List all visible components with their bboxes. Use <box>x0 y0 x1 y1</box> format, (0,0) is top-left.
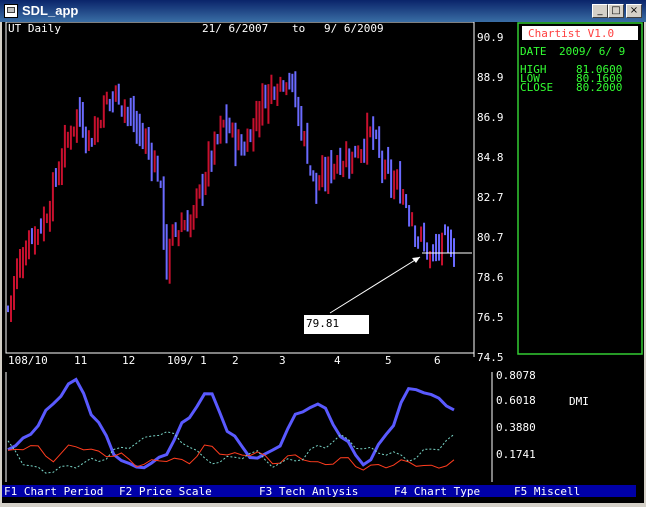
dmi-lines <box>7 377 455 474</box>
date-label: DATE <box>520 45 547 58</box>
dmi-line-plus <box>7 444 455 471</box>
chart-screen: UT Daily 21/ 6/2007 to 9/ 6/2009 90.9 88… <box>2 21 644 503</box>
chart-canvas[interactable]: UT Daily 21/ 6/2007 to 9/ 6/2009 90.9 88… <box>2 21 644 503</box>
close-button[interactable]: × <box>626 4 642 18</box>
price-plot-frame <box>5 21 475 354</box>
price-tick: 88.9 <box>477 71 504 84</box>
f5-key[interactable]: F5 Miscell <box>514 485 580 498</box>
minimize-button[interactable]: _ <box>592 4 608 18</box>
f2-key[interactable]: F2 Price Scale <box>119 485 212 498</box>
dmi-tick: 0.1741 <box>496 448 536 461</box>
price-tick: 86.9 <box>477 111 504 124</box>
window-title: SDL_app <box>22 3 79 18</box>
price-tick: 78.6 <box>477 271 504 284</box>
time-tick: 12 <box>122 354 135 367</box>
time-tick: 5 <box>385 354 392 367</box>
title-bar: SDL_app _ □ × <box>0 0 646 22</box>
time-tick: 4 <box>334 354 341 367</box>
price-tick: 90.9 <box>477 31 504 44</box>
time-tick: 2 <box>232 354 239 367</box>
price-candles <box>7 71 455 322</box>
dmi-tick: 0.8078 <box>496 369 536 382</box>
info-panel-title: Chartist V1.0 <box>528 27 614 40</box>
symbol-label: UT Daily <box>8 22 61 35</box>
arrow-icon <box>412 257 420 263</box>
date-value: 2009/ 6/ 9 <box>559 45 625 58</box>
price-tick: 76.5 <box>477 311 504 324</box>
f4-key[interactable]: F4 Chart Type <box>394 485 480 498</box>
f3-key[interactable]: F3 Tech Anlysis <box>259 485 358 498</box>
f1-key[interactable]: F1 Chart Period <box>4 485 103 498</box>
time-tick: 6 <box>434 354 441 367</box>
date-to: 9/ 6/2009 <box>324 22 384 35</box>
time-tick: 3 <box>279 354 286 367</box>
price-tick: 82.7 <box>477 191 504 204</box>
close-value: 80.2000 <box>576 81 622 94</box>
time-tick: 109/ 1 <box>167 354 207 367</box>
maximize-button[interactable]: □ <box>608 4 624 18</box>
time-tick: 11 <box>74 354 87 367</box>
price-tick: 74.5 <box>477 351 504 364</box>
dmi-tick: 0.6018 <box>496 394 536 407</box>
date-to-label: to <box>292 22 305 35</box>
dmi-label: DMI <box>569 395 589 408</box>
date-from: 21/ 6/2007 <box>202 22 268 35</box>
close-label: CLOSE <box>520 81 553 94</box>
app-icon <box>4 4 18 18</box>
dmi-tick: 0.3880 <box>496 421 536 434</box>
price-tick: 80.7 <box>477 231 504 244</box>
cursor-pointer <box>329 256 421 314</box>
cursor-tooltip: 79.81 <box>306 317 339 330</box>
price-tick: 84.8 <box>477 151 504 164</box>
time-tick: 108/10 <box>8 354 48 367</box>
